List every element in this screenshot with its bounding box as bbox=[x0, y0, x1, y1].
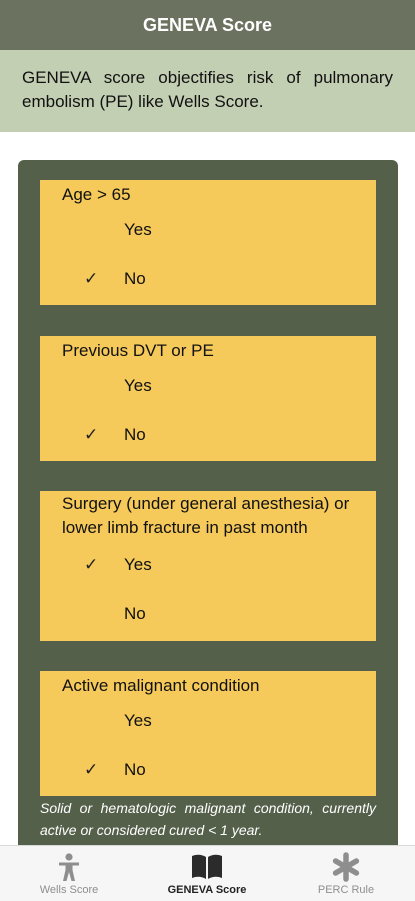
page-title: GENEVA Score bbox=[142, 14, 273, 35]
check-icon bbox=[84, 711, 100, 731]
check-icon: ✓ bbox=[84, 555, 99, 574]
option-label: Yes bbox=[124, 376, 152, 395]
tab-perc-rule[interactable]: PERC Rule bbox=[277, 846, 415, 901]
question-title: Surgery (under general anesthesia) or lo… bbox=[62, 494, 350, 537]
questions-panel: Age > 65 Yes ✓ No Previous DVT or PE Yes… bbox=[18, 160, 398, 860]
question-card-surgery: Surgery (under general anesthesia) or lo… bbox=[40, 491, 376, 641]
option-label: Yes bbox=[124, 220, 152, 239]
question-card-age: Age > 65 Yes ✓ No bbox=[40, 180, 376, 305]
asterisk-icon bbox=[277, 852, 415, 882]
person-icon bbox=[0, 852, 138, 882]
tab-wells-score[interactable]: Wells Score bbox=[0, 846, 138, 901]
option-label: Yes bbox=[124, 711, 152, 730]
option-surgery-yes[interactable]: ✓ Yes bbox=[40, 549, 376, 585]
option-label: No bbox=[124, 604, 146, 623]
nav-bar: GENEVA Score bbox=[0, 0, 415, 50]
option-label: No bbox=[124, 760, 146, 779]
check-icon bbox=[84, 604, 100, 624]
check-icon bbox=[84, 376, 100, 396]
option-label: No bbox=[124, 269, 146, 288]
check-icon: ✓ bbox=[84, 425, 99, 444]
option-malignancy-yes[interactable]: Yes bbox=[40, 705, 376, 741]
tab-label: PERC Rule bbox=[317, 884, 375, 896]
tab-label: Wells Score bbox=[39, 884, 99, 896]
question-card-previous-dvt: Previous DVT or PE Yes ✓ No bbox=[40, 336, 376, 461]
tab-bar: Wells Score GENEVA Score PERC Rule bbox=[0, 845, 415, 901]
option-label: Yes bbox=[124, 555, 152, 574]
option-age-yes[interactable]: Yes bbox=[40, 214, 376, 250]
option-malignancy-no[interactable]: ✓ No bbox=[40, 754, 376, 790]
check-icon: ✓ bbox=[84, 269, 99, 288]
option-label: No bbox=[124, 425, 146, 444]
tab-label: GENEVA Score bbox=[167, 884, 247, 896]
option-dvt-yes[interactable]: Yes bbox=[40, 370, 376, 406]
option-age-no[interactable]: ✓ No bbox=[40, 263, 376, 299]
check-icon bbox=[84, 220, 100, 240]
intro-text: GENEVA score objectifies risk of pulmona… bbox=[0, 50, 415, 132]
question-card-malignancy: Active malignant condition Yes ✓ No bbox=[40, 671, 376, 796]
book-icon bbox=[138, 852, 276, 882]
option-dvt-no[interactable]: ✓ No bbox=[40, 419, 376, 455]
tab-geneva-score[interactable]: GENEVA Score bbox=[138, 846, 276, 901]
check-icon: ✓ bbox=[84, 760, 99, 779]
malignancy-footnote: Solid or hematologic malignant condition… bbox=[40, 800, 376, 838]
question-title: Active malignant condition bbox=[62, 676, 260, 695]
question-title: Previous DVT or PE bbox=[62, 341, 214, 360]
option-surgery-no[interactable]: No bbox=[40, 598, 376, 634]
question-title: Age > 65 bbox=[62, 185, 131, 204]
